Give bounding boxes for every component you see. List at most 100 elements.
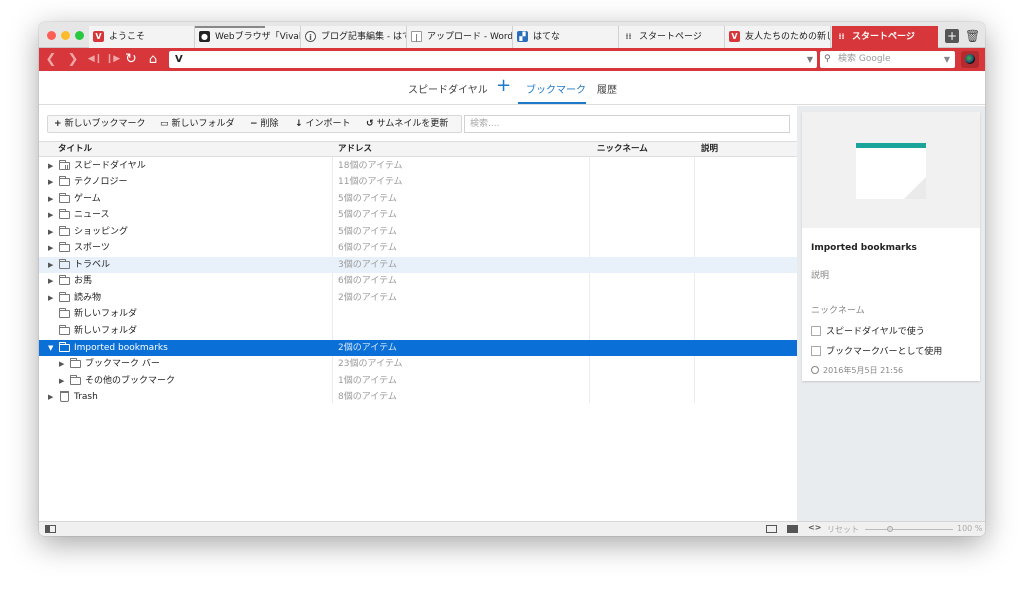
column-title[interactable]: タイトル <box>58 142 92 157</box>
window-icon[interactable] <box>766 525 777 533</box>
tab-welcome[interactable]: V ようこそ <box>89 26 195 48</box>
tab-speed-dial[interactable]: スピードダイヤル <box>408 81 488 96</box>
chevron-down-icon[interactable]: ▼ <box>807 51 813 68</box>
reset-zoom-button[interactable]: リセット <box>827 524 859 535</box>
tab-bookmarks[interactable]: ブックマーク <box>526 81 586 96</box>
fast-forward-button[interactable]: ❙▶ <box>105 51 121 68</box>
tab-start-page[interactable]: ⁞⁞ スタートページ <box>619 26 725 48</box>
image-icon[interactable] <box>787 525 798 533</box>
hatena-icon: ▞ <box>517 31 528 42</box>
checkbox-icon[interactable] <box>811 346 821 356</box>
expand-arrow-icon[interactable]: ▶ <box>48 257 53 273</box>
new-folder-button[interactable]: ▭ 新しいフォルダ <box>160 116 235 132</box>
tab-start-page-active[interactable]: ⁞⁞ スタートページ <box>832 26 938 48</box>
checkbox-icon[interactable] <box>811 326 821 336</box>
table-row[interactable]: ▶ トラベル 3個のアイテム <box>39 257 797 273</box>
chevron-down-icon[interactable]: ▼ <box>944 51 950 68</box>
expand-arrow-icon[interactable]: ▶ <box>48 224 53 240</box>
table-row[interactable]: ▶ スポーツ 6個のアイテム <box>39 240 797 256</box>
row-title: ゲーム <box>74 194 101 204</box>
expand-arrow-icon[interactable]: ▶ <box>48 158 53 174</box>
close-window-button[interactable] <box>47 31 56 40</box>
info-date: 2016年5月5日 21:56 <box>811 365 903 376</box>
table-row[interactable]: ▶ ブックマーク バー 23個のアイテム <box>39 356 797 372</box>
add-icon[interactable]: + <box>496 76 511 96</box>
delete-button[interactable]: − 削除 <box>250 116 279 132</box>
column-address[interactable]: アドレス <box>338 142 372 157</box>
tab-vivaldi-github[interactable]: ● Webブラウザ「Vivaldi」 <box>195 26 301 48</box>
new-bookmark-button[interactable]: + 新しいブックマーク <box>54 116 146 132</box>
expand-arrow-icon[interactable]: ▶ <box>59 356 64 372</box>
expand-arrow-icon[interactable]: ▶ <box>48 207 53 223</box>
back-button[interactable]: ❮ <box>43 51 59 68</box>
table-row[interactable]: ▶ ゲーム 5個のアイテム <box>39 191 797 207</box>
table-row[interactable]: ▶ その他のブックマーク 1個のアイテム <box>39 373 797 389</box>
zoom-slider-handle[interactable] <box>887 526 893 532</box>
info-title[interactable]: Imported bookmarks <box>811 243 917 253</box>
clock-icon <box>811 366 819 374</box>
row-title: テクノロジー <box>74 177 128 187</box>
expand-arrow-icon[interactable]: ▶ <box>48 273 53 289</box>
vivaldi-icon: V <box>93 31 104 42</box>
expand-arrow-icon[interactable]: ▶ <box>48 174 53 190</box>
refresh-thumbnails-button[interactable]: ↺ サムネイルを更新 <box>366 116 448 132</box>
expand-arrow-icon[interactable]: ▶ <box>48 191 53 207</box>
expand-arrow-icon[interactable]: ▶ <box>48 389 53 405</box>
tab-history[interactable]: 履歴 <box>597 81 617 96</box>
row-title: Trash <box>74 392 98 402</box>
expand-arrow-icon[interactable]: ▶ <box>48 290 53 306</box>
table-row[interactable]: ▶ ショッピング 5個のアイテム <box>39 224 797 240</box>
table-row[interactable]: ▶ 読み物 2個のアイテム <box>39 290 797 306</box>
row-item-count: 8個のアイテム <box>338 392 397 402</box>
bookmark-bar-checkbox[interactable]: ブックマークバーとして使用 <box>811 344 942 357</box>
speed-dial-checkbox[interactable]: スピードダイヤルで使う <box>811 324 925 337</box>
expand-arrow-icon[interactable]: ▶ <box>59 373 64 389</box>
tab-hatena[interactable]: ▞ はてな <box>513 26 619 48</box>
reload-button[interactable]: ↻ <box>123 51 139 68</box>
table-row-selected[interactable]: ▼ Imported bookmarks 2個のアイテム <box>39 340 797 356</box>
table-row[interactable]: 新しいフォルダ <box>39 323 797 339</box>
zoom-window-button[interactable] <box>75 31 84 40</box>
tab-label: Webブラウザ「Vivaldi」 <box>215 32 300 42</box>
row-item-count: 6個のアイテム <box>338 276 397 286</box>
home-button[interactable]: ⌂ <box>145 51 161 68</box>
info-icon: i <box>305 31 316 42</box>
bookmark-info-panel: Imported bookmarks 説明 ニックネーム スピードダイヤルで使う… <box>797 106 985 521</box>
minimize-window-button[interactable] <box>61 31 70 40</box>
bookmark-search-input[interactable]: 検索.... <box>464 115 790 133</box>
tab-friends[interactable]: V 友人たちのための新し <box>725 26 831 48</box>
forward-button[interactable]: ❯ <box>65 51 81 68</box>
url-field[interactable]: V ▼ <box>169 51 817 68</box>
code-icon[interactable]: <> <box>808 523 821 532</box>
folder-icon: ▭ <box>160 119 169 129</box>
zoom-slider[interactable] <box>865 529 953 530</box>
plus-icon: + <box>54 119 62 129</box>
tab-blog-edit[interactable]: i ブログ記事編集 - はて <box>301 26 407 48</box>
new-tab-button[interactable]: + <box>945 29 959 43</box>
collapse-arrow-icon[interactable]: ▼ <box>48 340 53 356</box>
trash-icon[interactable]: 🗑 <box>965 29 980 43</box>
folder-icon <box>59 193 70 203</box>
tab-upload[interactable]: | アップロード - WordW <box>407 26 513 48</box>
search-field[interactable]: ⚲ 検索 Google ▼ <box>820 51 955 68</box>
table-row[interactable]: ▶ Trash 8個のアイテム <box>39 389 797 405</box>
description-field[interactable]: 説明 <box>811 268 829 281</box>
table-row[interactable]: ▶ ニュース 5個のアイテム <box>39 207 797 223</box>
zoom-level: 100 % <box>957 524 983 533</box>
table-row[interactable]: ▶ お馬 6個のアイテム <box>39 273 797 289</box>
column-description[interactable]: 説明 <box>701 142 718 157</box>
import-button[interactable]: ↓ インポート <box>295 116 351 132</box>
table-row[interactable]: ▶ スピードダイヤル 18個のアイテム <box>39 158 797 174</box>
table-row[interactable]: 新しいフォルダ <box>39 306 797 322</box>
tab-label: ようこそ <box>109 32 146 42</box>
folder-icon <box>59 308 70 318</box>
expand-arrow-icon[interactable]: ▶ <box>48 240 53 256</box>
rewind-button[interactable]: ◀❙ <box>87 51 103 68</box>
extension-button[interactable] <box>961 51 979 68</box>
column-nickname[interactable]: ニックネーム <box>597 142 648 157</box>
panel-toggle-icon[interactable] <box>45 525 56 533</box>
nickname-field[interactable]: ニックネーム <box>811 303 865 316</box>
refresh-thumbnails-label: サムネイルを更新 <box>376 119 449 129</box>
table-row[interactable]: ▶ テクノロジー 11個のアイテム <box>39 174 797 190</box>
row-title: ブックマーク バー <box>85 359 160 369</box>
